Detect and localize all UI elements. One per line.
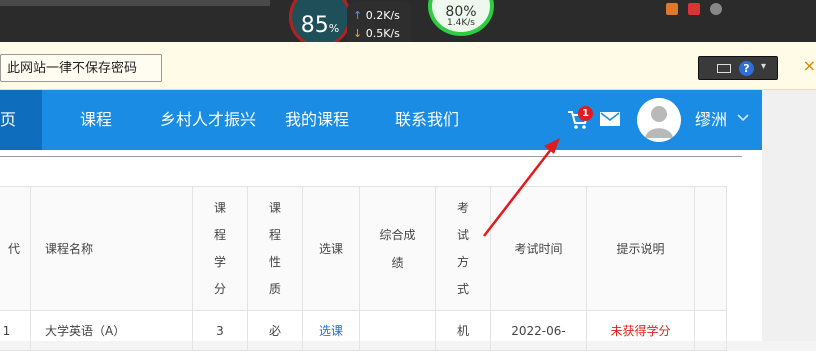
cart-count-badge: 1	[578, 106, 593, 121]
col-exam-mode: 考 试 方 式	[435, 186, 491, 311]
header-char: 考	[456, 200, 469, 215]
never-save-password-button[interactable]: 此网站一律不保存密码	[0, 54, 162, 82]
header-char: 试	[456, 227, 469, 242]
cell-credit: 3	[192, 310, 248, 351]
cell-score	[359, 310, 436, 351]
header-char: 性	[268, 254, 281, 269]
memory-rate: 1.4K/s	[447, 18, 475, 28]
header-char: 质	[268, 281, 281, 296]
user-name[interactable]: 缪洲	[695, 90, 727, 150]
col-score: 综合成 绩	[359, 186, 436, 311]
chevron-down-icon[interactable]: ▾	[761, 61, 766, 72]
col-code: 代	[0, 186, 31, 311]
cpu-value: 85	[300, 13, 329, 38]
cell-exam-mode: 机	[435, 310, 491, 351]
table-row: 1 大学英语（A） 3 必 选课 机 2022-06- 未获得学分	[0, 310, 727, 351]
upload-value: 0.2	[365, 9, 384, 22]
course-table: 代 课程名称 课 程 学 分 课 程 性 质 选课 综合成 绩 考 试 方 式 …	[0, 186, 727, 351]
browser-tabs	[0, 0, 270, 6]
upload-unit: K/s	[383, 9, 400, 22]
cell-extra	[694, 310, 727, 351]
col-notes: 提示说明	[586, 186, 695, 311]
header-char: 课	[268, 200, 281, 215]
keyboard-widget[interactable]: ? ▾	[698, 56, 778, 80]
download-arrow-icon: ↓	[353, 27, 363, 40]
nav-my-courses[interactable]: 我的课程	[285, 90, 349, 150]
extension-icon[interactable]	[688, 3, 700, 15]
user-silhouette-icon	[637, 98, 681, 142]
page-gutter	[762, 90, 816, 341]
cpu-unit: %	[328, 22, 340, 35]
cell-exam-time: 2022-06-	[490, 310, 587, 351]
header-char: 程	[213, 227, 226, 242]
avatar[interactable]	[637, 98, 681, 142]
col-nature: 课 程 性 质	[247, 186, 303, 311]
col-exam-time: 考试时间	[490, 186, 587, 311]
upload-arrow-icon: ↑	[353, 9, 363, 22]
download-unit: K/s	[383, 27, 400, 40]
table-header-row: 代 课程名称 课 程 学 分 课 程 性 质 选课 综合成 绩 考 试 方 式 …	[0, 186, 727, 311]
cell-notes: 未获得学分	[586, 310, 695, 351]
select-course-link[interactable]: 选课	[302, 310, 360, 351]
header-char: 方	[456, 254, 469, 269]
main-navbar: 页 课程 乡村人才振兴 我的课程 联系我们 缪洲	[0, 90, 762, 150]
chevron-down-icon[interactable]	[737, 114, 749, 122]
mail-icon[interactable]	[600, 112, 620, 126]
col-credit: 课 程 学 分	[192, 186, 248, 311]
header-char: 课	[213, 200, 226, 215]
keyboard-icon[interactable]	[717, 64, 731, 73]
nav-contact-us[interactable]: 联系我们	[395, 90, 459, 150]
browser-extension-icons[interactable]	[666, 0, 736, 15]
col-course-name: 课程名称	[30, 186, 193, 311]
help-icon[interactable]: ?	[739, 61, 754, 76]
close-icon[interactable]: ×	[803, 56, 816, 75]
download-value: 0.5	[365, 27, 384, 40]
nav-courses[interactable]: 课程	[80, 90, 112, 150]
cell-nature: 必	[247, 310, 303, 351]
extension-icon[interactable]	[710, 3, 722, 15]
network-speed: ↑ 0.2K/s ↓ 0.5K/s	[347, 2, 411, 46]
cell-course-name: 大学英语（A）	[30, 310, 193, 351]
password-prompt-bar: 此网站一律不保存密码	[0, 42, 816, 90]
cell-code: 1	[0, 310, 31, 351]
header-char: 学	[213, 254, 226, 269]
extension-icon[interactable]	[666, 3, 678, 15]
main-content: 代 课程名称 课 程 学 分 课 程 性 质 选课 综合成 绩 考 试 方 式 …	[0, 150, 762, 351]
header-char: 分	[213, 281, 226, 296]
col-select: 选课	[302, 186, 360, 311]
header-char: 程	[268, 227, 281, 242]
nav-rural-talent[interactable]: 乡村人才振兴	[160, 90, 256, 150]
header-line: 综合成	[379, 227, 416, 242]
nav-home[interactable]: 页	[0, 90, 42, 150]
header-line: 绩	[391, 255, 404, 270]
header-char: 式	[456, 281, 469, 296]
col-extra	[694, 186, 727, 311]
divider	[0, 156, 742, 157]
